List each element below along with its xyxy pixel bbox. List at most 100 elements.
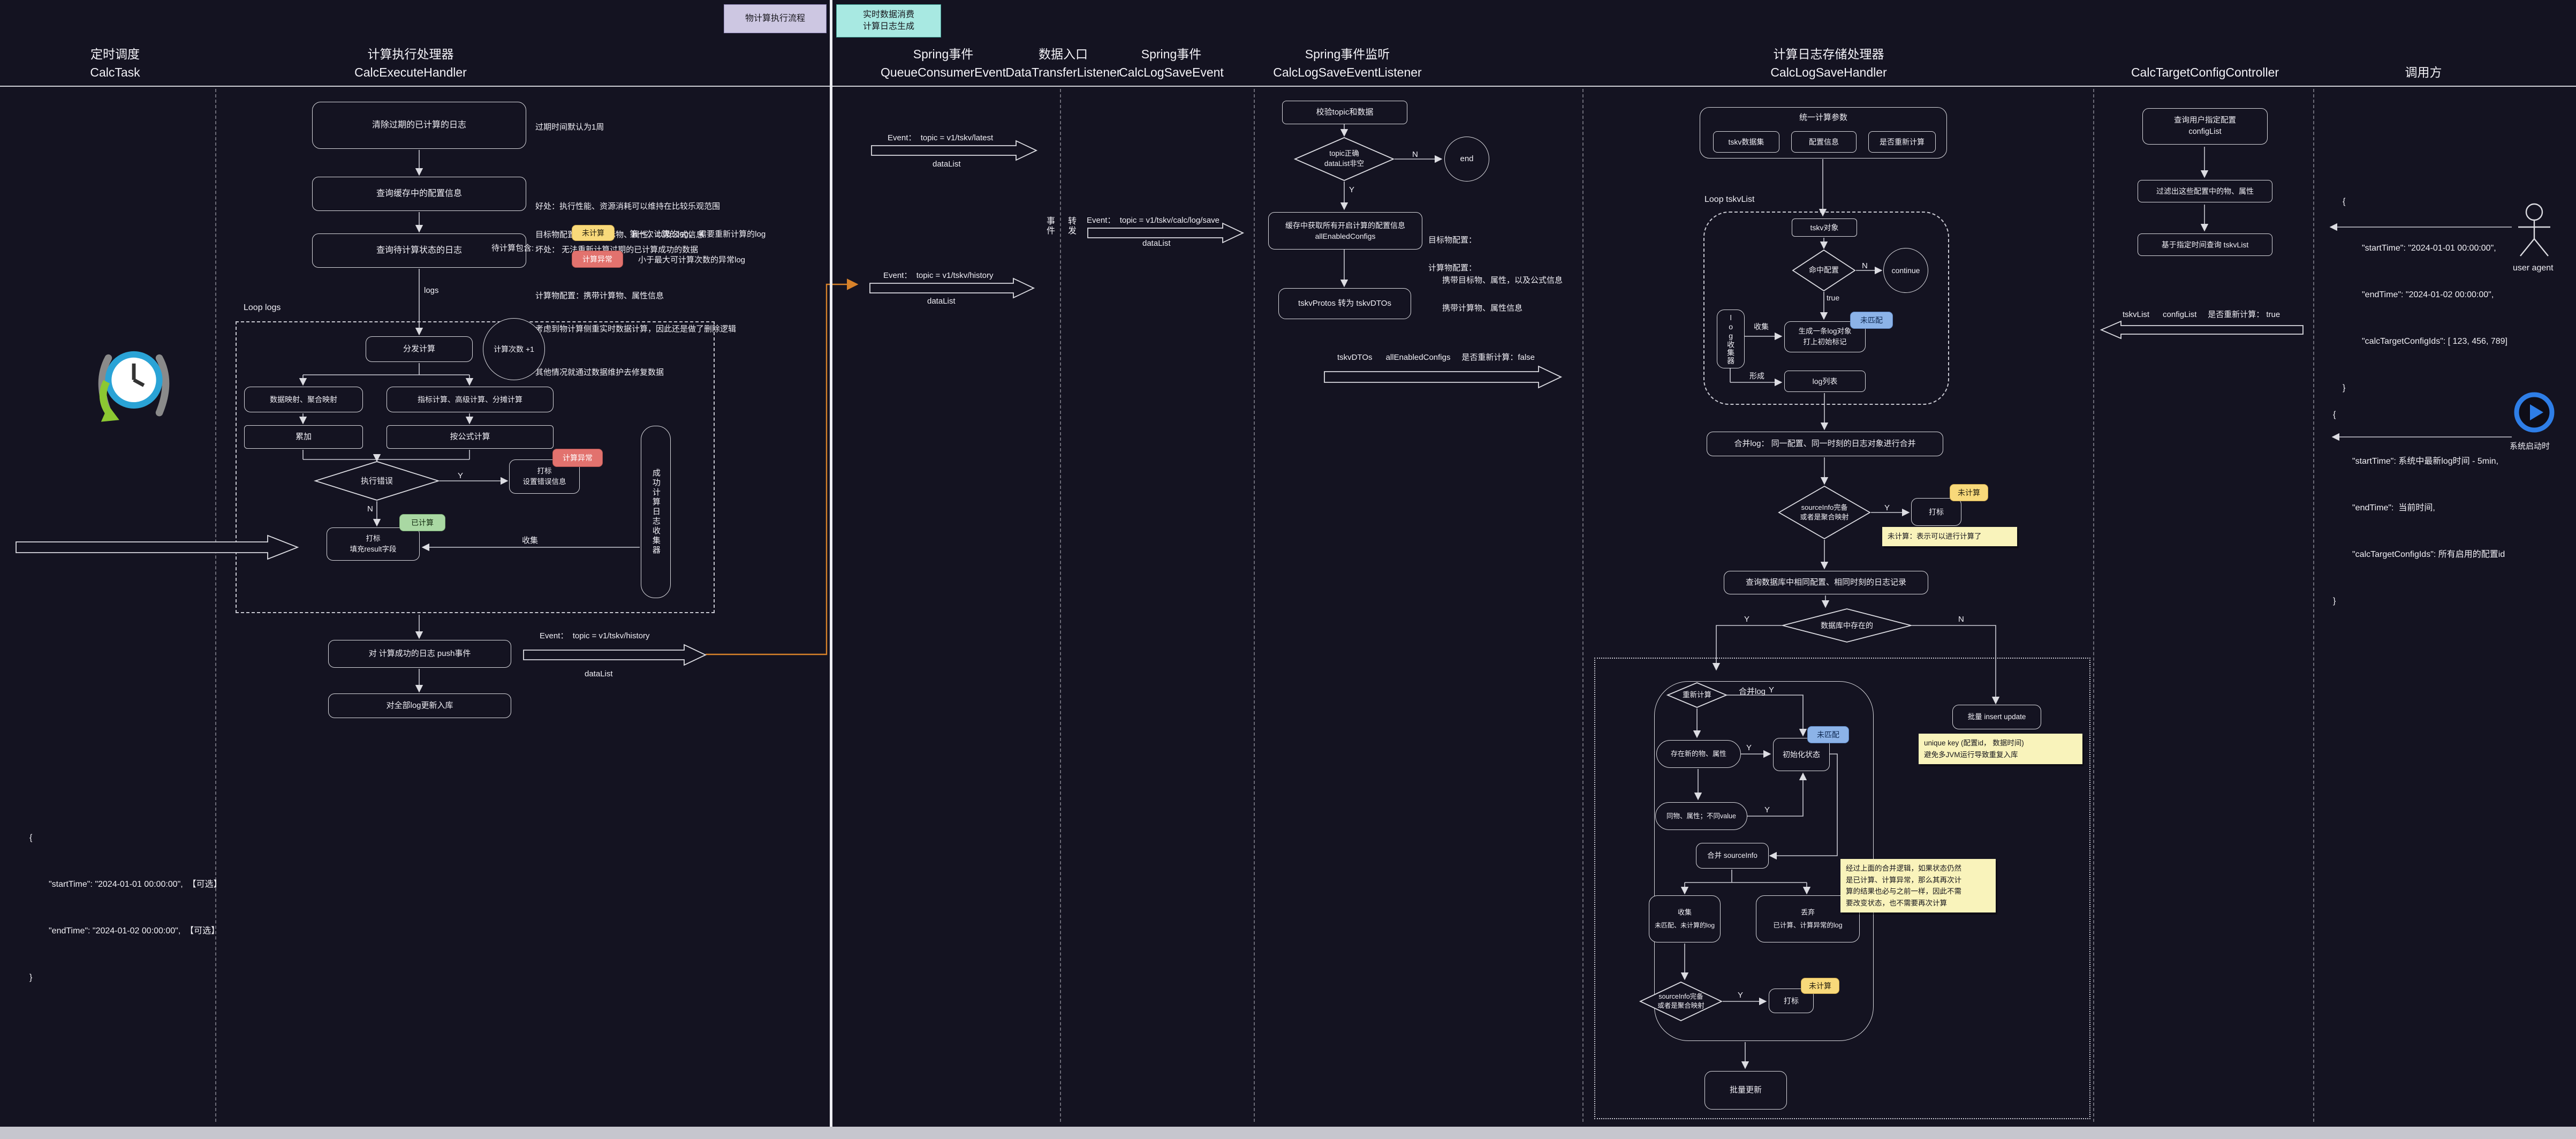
note-merge-logic: 经过上面的合并逻辑，如果状态仍然 是已计算、计算异常，那么其再次计 算的结果也必… [1840, 859, 1996, 912]
badge-unmatched-1: 未匹配 [1850, 312, 1893, 329]
system-request-json: { "startTime": 系统中最新log时间 - 5min, "endTi… [2333, 376, 2505, 640]
merge-log-label: 合并log [1739, 685, 1766, 697]
step-formula-calc: 按公式计算 [387, 425, 554, 449]
note-unique-key: unique key (配置id， 数据时间)避免多JVM运行导致重复入库 [1919, 734, 2082, 764]
form-label: 形成 [1749, 371, 1764, 381]
scheduler-clock-icon [88, 332, 179, 461]
loop-logs-label: Loop logs [244, 303, 281, 313]
system-startup-label: 系统启动时 [2510, 440, 2550, 451]
lifeline-listener-right [1582, 89, 1584, 1122]
participant-calctask: 定时调度CalcTask [0, 43, 230, 81]
legend-flow: 物计算执行流程 [724, 4, 827, 33]
step-collect-unmatched: 收集 未匹配、未计算的log [1649, 895, 1721, 942]
loop-tskvlist-label: Loop tskvList [1704, 195, 1754, 205]
participant-calcexecutehandler: 计算执行处理器CalcExecuteHandler [296, 43, 526, 81]
step-dispatch-calc: 分发计算 [366, 336, 473, 362]
uncalculated-desc: 第一次计算的log， 需要重新计算的log [630, 228, 766, 239]
lifeline-datatransfer [1060, 89, 1061, 1122]
note-calc-config: 计算物配置： 携带计算物、属性信息 [1428, 235, 1522, 342]
badge-uncalc-mark1: 未计算 [1950, 484, 1988, 501]
step-push-success-logs: 对 计算成功的日志 push事件 [328, 640, 511, 668]
step-new-attr: 存在新的物、属性 [1656, 740, 1741, 768]
collect-label-2: 收集 [1754, 321, 1769, 332]
pending-includes-label: 待计算包含: [491, 242, 534, 253]
step-merge-log: 合并log： 同一配置、同一时刻的日志对象进行合并 [1707, 432, 1943, 456]
diagram-canvas: 物计算执行流程 实时数据消费 计算日志生成 定时调度CalcTask 计算执行处… [0, 0, 2576, 1139]
badge-uncalculated: 未计算 [572, 225, 615, 241]
step-clear-expired-logs: 清除过期的已计算的日志 [312, 102, 526, 149]
user-agent-actor-icon [2516, 201, 2552, 258]
diamond-exec-error-label: 执行错误 [343, 474, 411, 487]
participant-calclogsaveeventlistener: Spring事件监听CalcLogSaveEventListener [1232, 43, 1463, 81]
event-history-label-queue: Event： topic = v1/tskv/history [883, 269, 994, 281]
step-query-cached-config: 查询缓存中的配置信息 [312, 177, 526, 211]
note-uncalc-meaning: 未计算：表示可以进行计算了 [1882, 527, 2017, 546]
bottom-scroll-strip [0, 1127, 2576, 1139]
diamond-sourceinfo-2-label: sourceInfo完备或者是聚合映射 [1642, 987, 1719, 1015]
label-n-topic: N [1412, 150, 1418, 159]
step-query-tskvlist: 基于指定时间查询 tskvList [2138, 233, 2272, 256]
param-recalc-flag: 是否重新计算 [1868, 131, 1936, 153]
step-get-enabled-configs: 缓存中获取所有开启计算的配置信息allEnabledConfigs [1268, 212, 1422, 250]
step-query-db-logs: 查询数据库中相同配置、相同时刻的日志记录 [1724, 571, 1928, 594]
legend-realtime: 实时数据消费 计算日志生成 [836, 4, 941, 37]
label-y-newattr: Y [1746, 743, 1752, 752]
step-log-list: log列表 [1784, 371, 1866, 392]
datalist-history: dataList [927, 297, 956, 306]
participant-caller: 调用方 [2308, 43, 2539, 81]
step-merge-sourceinfo: 合并 sourceInfo [1696, 843, 1769, 869]
diamond-sourceinfo-1-label: sourceInfo完备或者是聚合映射 [1783, 498, 1866, 527]
label-n-hit: N [1862, 261, 1868, 270]
step-convert-protos: tskvProtos 转为 tskvDTOs [1278, 288, 1411, 319]
label-y-src1: Y [1884, 503, 1890, 512]
label-true-hit: true [1827, 293, 1839, 302]
step-same-diff-value: 同物、属性；不同value [1655, 802, 1747, 830]
step-accumulate: 累加 [244, 425, 363, 449]
collect-arrow-label: 收集 [522, 534, 538, 546]
step-mark-done: 打标填充result字段 [327, 527, 420, 561]
label-n-exec-error: N [367, 504, 373, 514]
step-filter-config: 过滤出这些配置中的物、属性 [2138, 180, 2272, 202]
params-label-listener: tskvDTOs allEnabledConfigs 是否重新计算：false [1337, 351, 1535, 363]
play-icon [2513, 391, 2556, 434]
forward-label-1: 事件 [1043, 216, 1056, 236]
step-query-user-config: 查询用户指定配置configList [2142, 108, 2268, 145]
badge-unmatched-2: 未匹配 [1807, 726, 1849, 743]
return-params-label: tskvList configList 是否重新计算： true [2123, 308, 2280, 320]
user-agent-label: user agent [2513, 263, 2554, 273]
step-batch-insert-update: 批量 insert update [1952, 705, 2041, 729]
label-y-src2: Y [1738, 991, 1743, 1000]
diamond-hit-config-label: 命中配置 [1794, 263, 1853, 277]
lifeline-calclogsaveevent [1254, 89, 1255, 1122]
continue-circle: continue [1883, 248, 1928, 293]
step-mark-1: 打标 [1911, 498, 1961, 526]
step-indicator-calc: 指标计算、高级计算、分摊计算 [387, 387, 554, 412]
legend-flow-label: 物计算执行流程 [745, 13, 805, 25]
label-y-exists: Y [1744, 615, 1749, 624]
step-validate-topic: 校验topic和数据 [1282, 101, 1407, 124]
diamond-topic-valid-label: topic正确dataList非空 [1309, 146, 1380, 172]
step-data-mapping: 数据映射、聚合映射 [244, 387, 363, 412]
forward-label-2: 转发 [1064, 216, 1077, 236]
header-rule [0, 86, 2576, 87]
label-y-topic: Y [1349, 185, 1354, 194]
participant-calclogsavehandler: 计算日志存储处理器CalcLogSaveHandler [1714, 43, 1944, 81]
diamond-db-exists-label: 数据库中存在的 [1799, 619, 1895, 633]
datalist-save: dataList [1142, 239, 1171, 248]
participant-calctargetconfigcontroller: CalcTargetConfigController [2090, 43, 2320, 81]
legend-realtime-line2: 计算日志生成 [863, 21, 914, 33]
step-tskv-object: tskv对象 [1792, 218, 1857, 237]
event-history-label-exec: Event： topic = v1/tskv/history [540, 630, 650, 641]
diamond-recalc-label: 重新计算 [1670, 689, 1724, 701]
calc-count-circle: 计算次数 +1 [483, 318, 545, 380]
lifeline-savehandler-right [2093, 89, 2094, 1122]
datalist-latest: dataList [933, 160, 961, 169]
step-update-all-logs: 对全部log更新入库 [328, 693, 511, 718]
param-tskv-dataset: tskv数据集 [1713, 131, 1779, 153]
section-divider [830, 0, 832, 1127]
datalist-label-exec: dataList [585, 669, 613, 678]
legend-realtime-line1: 实时数据消费 [863, 9, 914, 21]
calctask-request-json: { "startTime": "2024-01-01 00:00:00", 【可… [29, 799, 222, 1016]
calc-error-desc: 小于最大可计算次数的异常log [638, 254, 745, 265]
label-n-exists: N [1958, 615, 1964, 624]
